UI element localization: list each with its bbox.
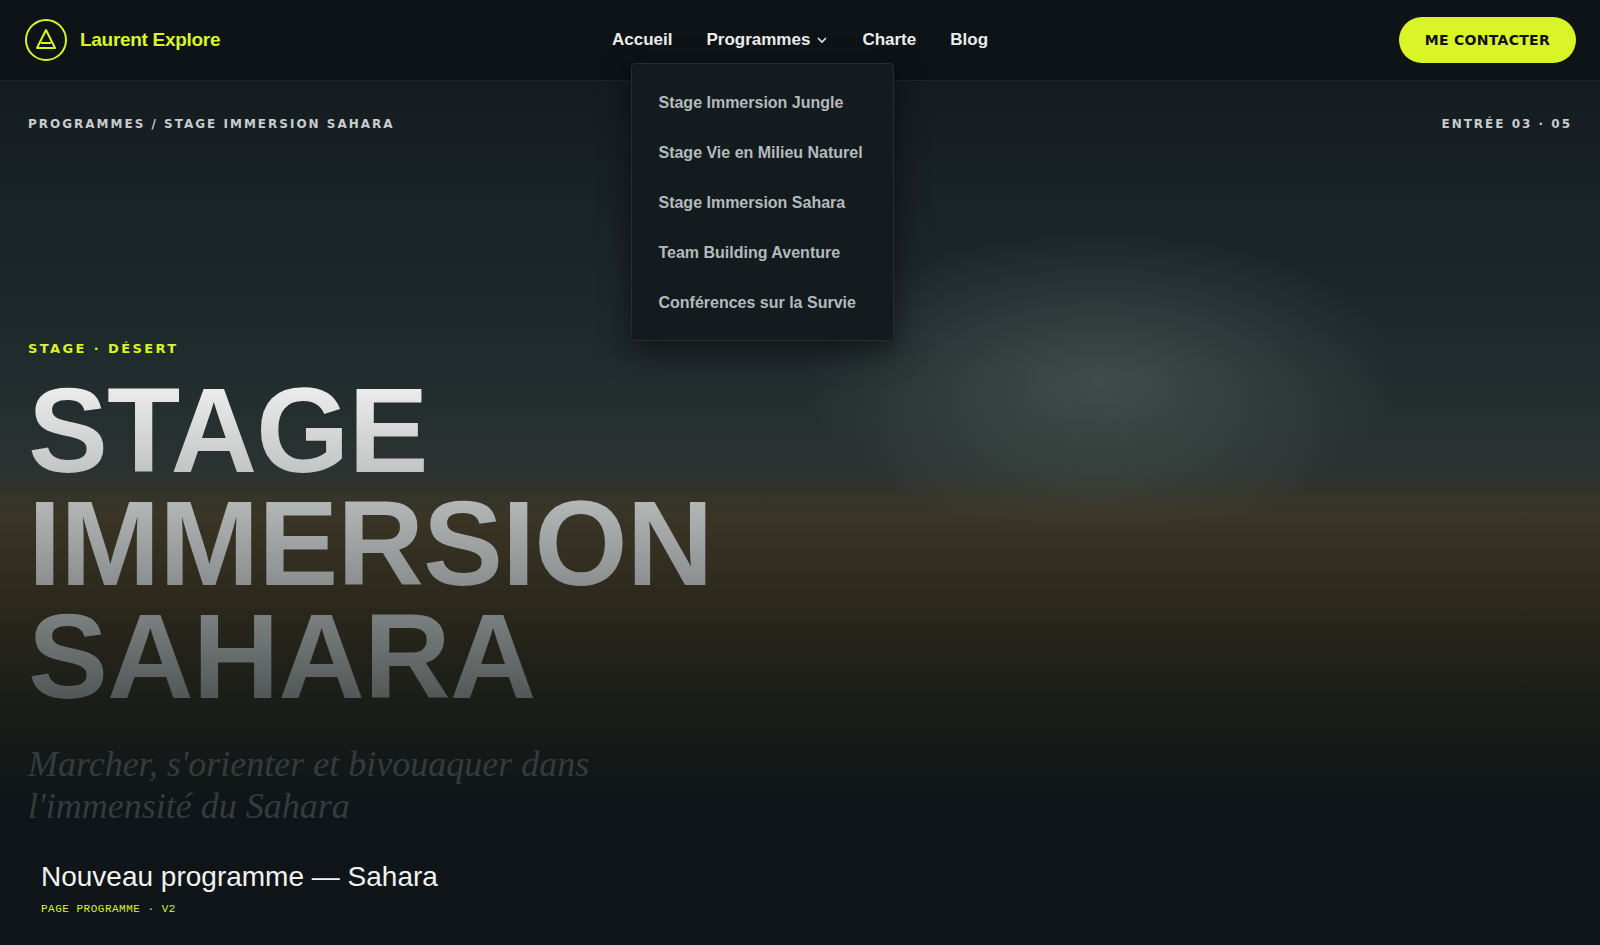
breadcrumb[interactable]: PROGRAMMES / STAGE IMMERSION SAHARA <box>28 117 395 131</box>
subtitle-line: l'immensité du Sahara <box>28 785 1572 827</box>
nav-entry: Charte <box>862 30 916 50</box>
nav-link[interactable]: Charte <box>862 30 916 50</box>
hero-subtitle: Marcher, s'orienter et bivouaquer dansl'… <box>28 743 1572 827</box>
brand-name[interactable]: Laurent Explore <box>80 29 220 51</box>
subtitle-line: Marcher, s'orienter et bivouaquer dans <box>28 743 1572 785</box>
logo-icon[interactable] <box>24 18 68 62</box>
caption: Nouveau programme — Sahara PAGE PROGRAMME… <box>28 861 1572 915</box>
main-nav: Accueil ProgrammesStage Immersion JungleS… <box>612 30 988 50</box>
nav-entry: Accueil <box>612 30 672 50</box>
eyebrow: STAGE · DÉSERT <box>28 341 1572 356</box>
title-line: SAHARA <box>28 600 712 713</box>
title-line: IMMERSION <box>28 487 712 600</box>
hero-title: STAGEIMMERSIONSAHARA <box>28 374 712 713</box>
brand[interactable]: Laurent Explore <box>24 18 612 62</box>
dropdown-item[interactable]: Conférences sur la Survie <box>632 278 893 328</box>
chevron-down-icon[interactable] <box>816 34 828 46</box>
contact-button[interactable]: ME CONTACTER <box>1399 17 1576 63</box>
cta-wrap: ME CONTACTER <box>988 17 1576 63</box>
dropdown-item[interactable]: Stage Immersion Jungle <box>632 78 893 128</box>
nav-link[interactable]: Programmes <box>706 30 828 50</box>
nav-link[interactable]: Accueil <box>612 30 672 50</box>
nav-entry: ProgrammesStage Immersion JungleStage Vi… <box>706 30 828 50</box>
header: Laurent Explore Accueil ProgrammesStage Im… <box>0 0 1600 81</box>
page: Laurent ExploreAccueilProgrammesStage Im… <box>0 0 1600 945</box>
caption-title: Nouveau programme — Sahara <box>41 861 1572 893</box>
dropdown-item[interactable]: Team Building Aventure <box>632 228 893 278</box>
dropdown-menu: Stage Immersion JungleStage Vie en Milie… <box>631 63 894 341</box>
caption-label: PAGE PROGRAMME · V2 <box>41 903 1572 915</box>
hero-main: STAGE · DÉSERT STAGEIMMERSIONSAHARA Marche… <box>28 341 1572 827</box>
nav-entry: Blog <box>950 30 988 50</box>
entry-counter: ENTRÉE 03 · 05 <box>1441 117 1572 131</box>
title-line: STAGE <box>28 374 712 487</box>
nav-link[interactable]: Blog <box>950 30 988 50</box>
dropdown-item[interactable]: Stage Vie en Milieu Naturel <box>632 128 893 178</box>
dropdown-item[interactable]: Stage Immersion Sahara <box>632 178 893 228</box>
